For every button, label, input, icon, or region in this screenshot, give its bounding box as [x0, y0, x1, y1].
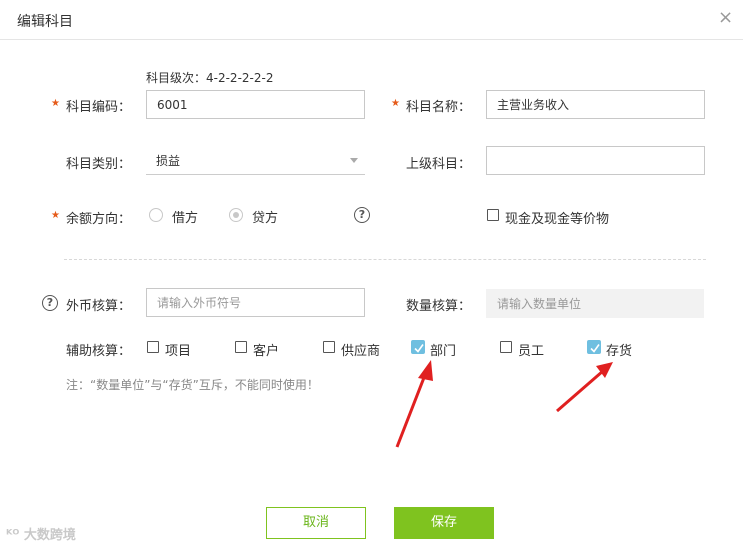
watermark-text: 大数跨境 [23, 528, 76, 543]
arrow-icon [556, 362, 613, 413]
arrow-icon [395, 360, 433, 448]
annotation-arrows [395, 360, 613, 448]
save-button[interactable]: 保存 [394, 507, 494, 539]
watermark: ᴷᴼ 大数跨境 [6, 524, 76, 543]
cancel-button[interactable]: 取消 [266, 507, 366, 539]
watermark-logo-icon: ᴷᴼ [6, 528, 20, 543]
